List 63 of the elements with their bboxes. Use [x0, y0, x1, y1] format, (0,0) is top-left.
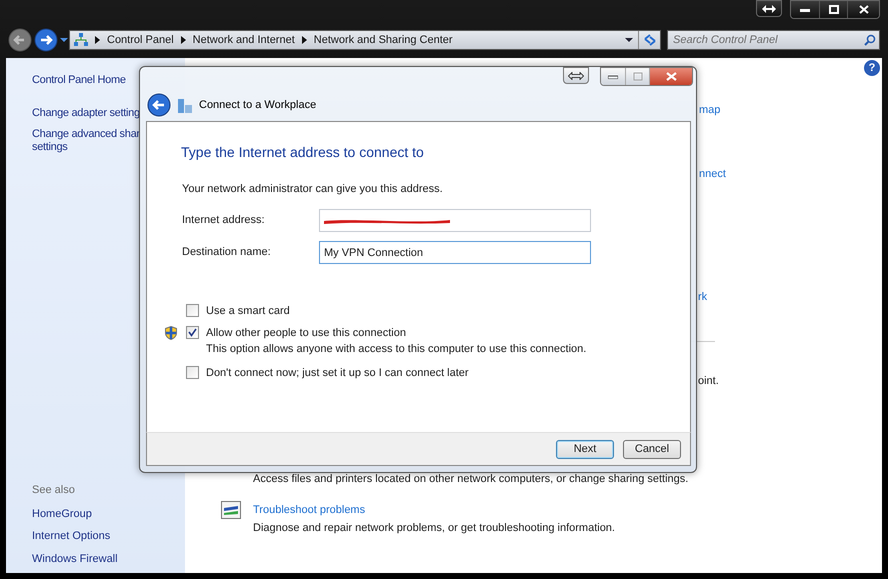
cancel-button[interactable]: Cancel — [623, 440, 681, 458]
text-field[interactable] — [319, 209, 591, 232]
sidebar-link[interactable]: Internet Options — [32, 528, 118, 544]
description-text: Diagnose and repair network problems, or get troubleshooting information. — [253, 521, 615, 536]
maximize-icon — [828, 5, 838, 14]
search-icon — [864, 34, 876, 46]
chevron-right-icon[interactable] — [180, 36, 186, 44]
close-icon — [666, 72, 676, 81]
field-label: Destination name: — [182, 245, 272, 260]
troubleshoot-link[interactable]: Troubleshoot problems — [253, 502, 366, 518]
minimize-button[interactable] — [791, 1, 819, 18]
field-label: Internet address: — [182, 213, 266, 228]
maximize-button[interactable] — [819, 1, 847, 18]
minimize-icon — [800, 8, 810, 12]
minimize-icon — [608, 74, 618, 78]
close-icon — [858, 5, 868, 14]
text-field[interactable]: My VPN Connection — [319, 241, 591, 264]
forward-button[interactable] — [34, 28, 58, 52]
dropdown-caret-icon[interactable] — [60, 37, 68, 43]
dialog-title: Connect to a Workplace — [199, 98, 316, 113]
close-button[interactable] — [847, 1, 879, 18]
office-building-icon — [177, 97, 193, 113]
option-description: This option allows anyone with access to this computer to use this connection. — [206, 342, 588, 356]
chevron-right-icon[interactable] — [95, 36, 100, 44]
checkbox-label: Allow other people to use this connection — [206, 326, 407, 340]
breadcrumb-link[interactable]: Control Panel — [107, 32, 174, 48]
link[interactable]: map — [699, 102, 720, 118]
sidebar-link[interactable]: settings — [32, 141, 140, 154]
maximize-icon — [632, 72, 642, 81]
chevron-right-icon[interactable] — [302, 36, 307, 44]
instruction-text: Your network administrator can give you this address. — [182, 182, 443, 197]
link[interactable]: nnect — [699, 166, 726, 182]
link[interactable]: rk — [698, 289, 708, 306]
checkbox[interactable] — [186, 326, 199, 339]
checkbox-label: Use a smart card — [206, 304, 291, 318]
resize-button[interactable] — [563, 67, 589, 84]
description-text: Access files and printers located on other network computers, or change sharing settings. — [253, 472, 688, 487]
search-field[interactable]: Search Control Panel — [667, 30, 880, 50]
double-arrow-icon — [568, 72, 584, 80]
checkbox[interactable] — [186, 366, 199, 379]
breadcrumb-link[interactable]: Network and Internet — [192, 32, 295, 48]
section-heading: See also — [32, 483, 76, 498]
troubleshoot-icon — [221, 501, 241, 519]
double-arrow-icon — [762, 4, 776, 12]
network-icon — [74, 33, 88, 47]
next-button[interactable]: Next — [556, 440, 614, 458]
sidebar-link[interactable]: Change adapter setting — [32, 104, 140, 121]
back-button[interactable] — [8, 28, 32, 52]
sidebar-link[interactable]: Windows Firewall — [32, 550, 118, 567]
checkbox-label: Don't connect now; just set it up so I can connect later — [206, 366, 470, 380]
help-button[interactable]: ? — [864, 60, 880, 76]
resize-button[interactable] — [756, 0, 782, 17]
dropdown-caret-icon[interactable] — [625, 37, 633, 43]
minimize-button[interactable] — [601, 68, 625, 85]
sidebar-link[interactable]: Change advanced shar — [32, 128, 140, 141]
address-bar[interactable]: Control Panel Network and Internet Network and Sharing Center — [69, 30, 661, 50]
breadcrumb-link[interactable]: Network and Sharing Center — [314, 32, 453, 48]
back-button[interactable] — [147, 93, 171, 117]
dialog-heading: Type the Internet address to connect to — [181, 143, 424, 162]
sidebar-link[interactable]: Control Panel Home — [32, 72, 140, 88]
description-text: oint. — [698, 374, 719, 389]
checkbox[interactable] — [186, 304, 199, 317]
sidebar-link[interactable]: HomeGroup — [32, 506, 118, 522]
